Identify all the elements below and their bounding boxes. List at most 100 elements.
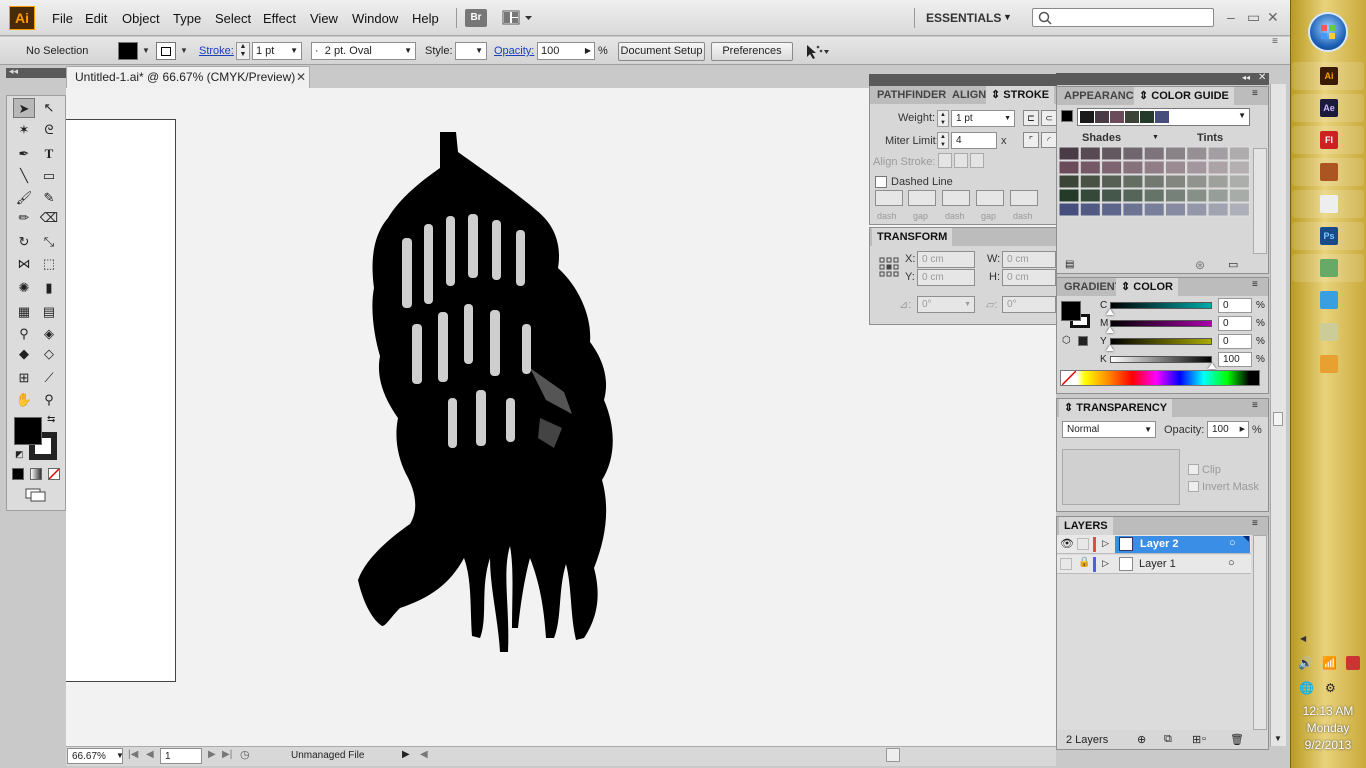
weight-field[interactable]: 1 pt ▼ [951, 110, 1015, 127]
scroll-thumb[interactable] [1273, 412, 1283, 426]
menu-select[interactable]: Select [215, 11, 251, 26]
shade-swatch[interactable] [1186, 146, 1208, 161]
volume-icon[interactable]: 🔊 [1298, 656, 1313, 670]
free-transform-tool-icon[interactable]: ⬚ [38, 254, 60, 274]
shade-swatch[interactable] [1058, 146, 1080, 161]
gap-field-1[interactable] [908, 190, 936, 206]
miter-stepper[interactable]: ▲ ▼ [937, 132, 949, 149]
locate-object-icon[interactable]: ⊕ [1137, 733, 1146, 746]
shade-swatch[interactable] [1079, 202, 1101, 217]
swap-colors-icon[interactable]: ⇆ [47, 414, 55, 425]
search-input[interactable] [1032, 8, 1214, 27]
shade-swatch[interactable] [1186, 174, 1208, 189]
shade-swatch[interactable] [1122, 202, 1144, 217]
harmony-swatch[interactable] [1080, 111, 1094, 123]
shade-swatch[interactable] [1143, 146, 1165, 161]
none-mode-icon[interactable] [48, 468, 60, 480]
shade-swatch[interactable] [1101, 202, 1123, 217]
x-field[interactable]: 0 cm [917, 251, 975, 268]
shade-swatch[interactable] [1101, 188, 1123, 203]
join-miter-icon[interactable]: ⌜ [1023, 132, 1039, 148]
shade-swatch[interactable] [1228, 202, 1250, 217]
clock-date[interactable]: 9/2/2013 [1290, 738, 1366, 752]
taskbar-app-button[interactable] [1292, 350, 1364, 378]
menu-object[interactable]: Object [122, 11, 160, 26]
start-button[interactable] [1308, 12, 1348, 52]
arrange-documents-button[interactable] [502, 9, 536, 27]
collapse-panels-icon[interactable]: ◂◂ [1242, 73, 1250, 82]
gradient-mode-icon[interactable] [30, 468, 42, 480]
first-artboard-icon[interactable]: |◀ [128, 749, 138, 760]
lasso-tool-icon[interactable]: ᘓ [38, 120, 60, 140]
harmony-swatch[interactable] [1095, 111, 1109, 123]
workspace-switcher[interactable]: ESSENTIALS [926, 11, 1001, 25]
channel-slider[interactable] [1110, 302, 1212, 309]
type-tool-icon[interactable]: T [38, 144, 60, 164]
menu-type[interactable]: Type [173, 11, 201, 26]
dashed-line-checkbox[interactable] [875, 176, 887, 188]
taskbar-app-button[interactable] [1292, 318, 1364, 346]
shade-swatch[interactable] [1186, 202, 1208, 217]
line-segment-tool-icon[interactable]: ╲ [13, 166, 35, 186]
menu-file[interactable]: File [52, 11, 73, 26]
stroke-stepper[interactable]: ▲ ▼ [236, 42, 250, 60]
panel-menu-icon[interactable]: ≡ [1252, 279, 1258, 290]
shade-swatch[interactable] [1165, 188, 1186, 203]
slider-handle[interactable] [1106, 309, 1114, 315]
w-field[interactable]: 0 cm [1002, 251, 1056, 268]
color-guide-scrollbar[interactable] [1253, 148, 1267, 254]
shade-swatch[interactable] [1058, 174, 1080, 189]
shade-swatch[interactable] [1228, 160, 1250, 175]
maximize-icon[interactable]: ▭ [1247, 9, 1260, 26]
taskbar-app-button[interactable] [1292, 286, 1364, 314]
harmony-swatch[interactable] [1155, 111, 1169, 123]
document-setup-button[interactable]: Document Setup [618, 42, 705, 61]
target-circle-icon[interactable]: ○ [1228, 557, 1235, 569]
shade-swatch[interactable] [1207, 202, 1229, 217]
gradient-tool-icon[interactable]: ▤ [38, 302, 60, 322]
last-artboard-icon[interactable]: ▶| [222, 749, 232, 760]
graphic-style-field[interactable]: ▼ [455, 42, 487, 60]
next-artboard-icon[interactable]: ▶ [208, 749, 216, 760]
blend-tool-icon[interactable]: ◈ [38, 324, 60, 344]
menu-window[interactable]: Window [352, 11, 398, 26]
taskbar-app-button[interactable] [1292, 190, 1364, 218]
opacity-label[interactable]: Opacity: [494, 45, 534, 57]
live-paint-selection-tool-icon[interactable]: ◇ [38, 344, 60, 364]
live-paint-bucket-tool-icon[interactable]: ◆ [13, 344, 35, 364]
align-outside-icon[interactable] [970, 153, 984, 168]
harmony-rules-field[interactable]: ▼ [1077, 108, 1250, 126]
tray-app-icon[interactable]: ⚙ [1325, 681, 1336, 695]
menu-help[interactable]: Help [412, 11, 439, 26]
rotate-field[interactable]: 0° ▼ [917, 296, 975, 313]
base-color-swatch[interactable] [1061, 110, 1073, 122]
slider-handle[interactable] [1106, 345, 1114, 351]
miter-limit-field[interactable]: 4 [951, 132, 997, 149]
opacity-field[interactable]: 100 ▶ [537, 42, 595, 60]
shade-swatch[interactable] [1207, 188, 1229, 203]
chevron-down-icon[interactable]: ▼ [116, 751, 124, 760]
close-tab-icon[interactable]: ✕ [296, 70, 306, 84]
symbol-sprayer-tool-icon[interactable]: ✺ [13, 278, 35, 298]
tab-color[interactable]: ⇕ COLOR [1116, 278, 1179, 296]
shade-swatch[interactable] [1079, 174, 1101, 189]
preferences-button[interactable]: Preferences [711, 42, 793, 61]
harmony-swatch[interactable] [1110, 111, 1124, 123]
shade-swatch[interactable] [1122, 146, 1144, 161]
close-icon[interactable]: ✕ [1267, 9, 1279, 26]
lock-icon[interactable]: 🔒 [1078, 557, 1090, 568]
expand-triangle-icon[interactable]: ▷ [1102, 538, 1109, 549]
transparency-opacity-field[interactable]: 100 ▶ [1207, 421, 1249, 438]
save-to-swatches-icon[interactable]: ▭ [1228, 258, 1238, 271]
visibility-toggle[interactable] [1060, 558, 1072, 570]
tab-color-guide[interactable]: ⇕ COLOR GUIDE [1134, 87, 1234, 105]
tab-appearance[interactable]: APPEARANCE [1059, 87, 1146, 105]
layer-row[interactable]: 🔒 ▷ Layer 1 ○ [1057, 555, 1251, 574]
panel-menu-icon[interactable]: ≡ [1272, 36, 1278, 47]
layers-scrollbar[interactable] [1253, 535, 1267, 730]
horizontal-scroll-thumb[interactable] [886, 748, 900, 762]
hand-tool-icon[interactable]: ✋ [13, 390, 35, 410]
taskbar-app-button[interactable] [1292, 158, 1364, 186]
artboard-number-field[interactable]: 1 [160, 748, 202, 764]
panel-menu-icon[interactable]: ≡ [1252, 88, 1258, 99]
